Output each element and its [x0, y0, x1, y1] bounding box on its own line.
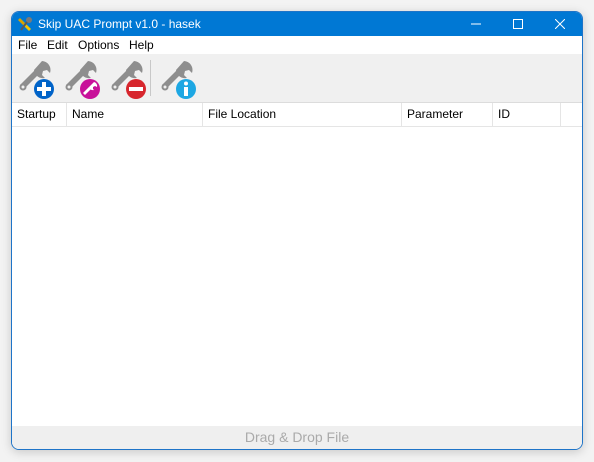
column-label: File Location	[208, 107, 277, 121]
column-label: Name	[72, 107, 105, 121]
column-label: Startup	[17, 107, 56, 121]
column-header-file-location[interactable]: File Location	[203, 103, 402, 126]
wrench-remove-icon	[111, 61, 146, 99]
remove-button[interactable]	[107, 58, 149, 100]
drop-zone[interactable]: Drag & Drop File	[12, 426, 582, 449]
maximize-button[interactable]	[497, 12, 539, 36]
column-header-startup[interactable]: Startup	[12, 103, 67, 126]
minimize-button-visible[interactable]	[455, 12, 497, 36]
drop-zone-label: Drag & Drop File	[244, 429, 350, 445]
window-title: Skip UAC Prompt v1.0 - hasek	[38, 17, 201, 31]
menu-edit[interactable]: Edit	[47, 39, 68, 52]
menu-options[interactable]: Options	[78, 39, 119, 52]
app-icon	[18, 17, 32, 31]
close-button[interactable]	[539, 12, 581, 36]
main-window: Skip UAC Prompt v1.0 - hasek File Edit O…	[11, 11, 583, 450]
column-header-id[interactable]: ID	[493, 103, 561, 126]
add-button[interactable]	[15, 58, 57, 100]
close-icon	[555, 19, 565, 29]
column-header-parameter[interactable]: Parameter	[402, 103, 493, 126]
list-header: Startup Name File Location Parameter ID	[12, 103, 582, 127]
toolbar-separator	[150, 60, 151, 96]
wrench-add-icon	[19, 61, 54, 99]
info-button[interactable]	[157, 58, 199, 100]
column-header-name[interactable]: Name	[67, 103, 203, 126]
wrench-info-icon	[161, 61, 196, 99]
column-label: ID	[498, 107, 510, 121]
edit-button[interactable]	[61, 58, 103, 100]
menu-file[interactable]: File	[18, 39, 37, 52]
file-list[interactable]	[12, 127, 582, 426]
toolbar	[12, 54, 582, 103]
wrench-edit-icon	[65, 61, 100, 99]
maximize-icon	[513, 19, 523, 29]
minimize-icon-visible	[471, 23, 481, 25]
menu-bar: File Edit Options Help	[12, 36, 582, 54]
column-label: Parameter	[407, 107, 464, 121]
menu-help[interactable]: Help	[129, 39, 154, 52]
